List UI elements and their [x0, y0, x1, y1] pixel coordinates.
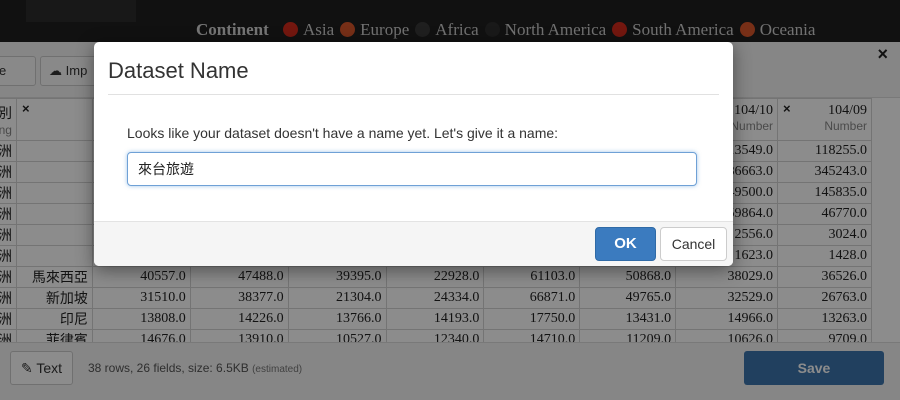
- dataset-name-dialog: Dataset Name Looks like your dataset doe…: [94, 42, 733, 266]
- dialog-footer: OK Cancel: [94, 221, 733, 266]
- dialog-body: Looks like your dataset doesn't have a n…: [127, 95, 697, 221]
- ok-button[interactable]: OK: [595, 227, 656, 261]
- dialog-prompt: Looks like your dataset doesn't have a n…: [127, 125, 559, 141]
- dialog-title: Dataset Name: [108, 58, 249, 83]
- cancel-button[interactable]: Cancel: [660, 227, 727, 261]
- dataset-name-input[interactable]: [127, 152, 697, 186]
- dialog-header: Dataset Name: [108, 42, 719, 95]
